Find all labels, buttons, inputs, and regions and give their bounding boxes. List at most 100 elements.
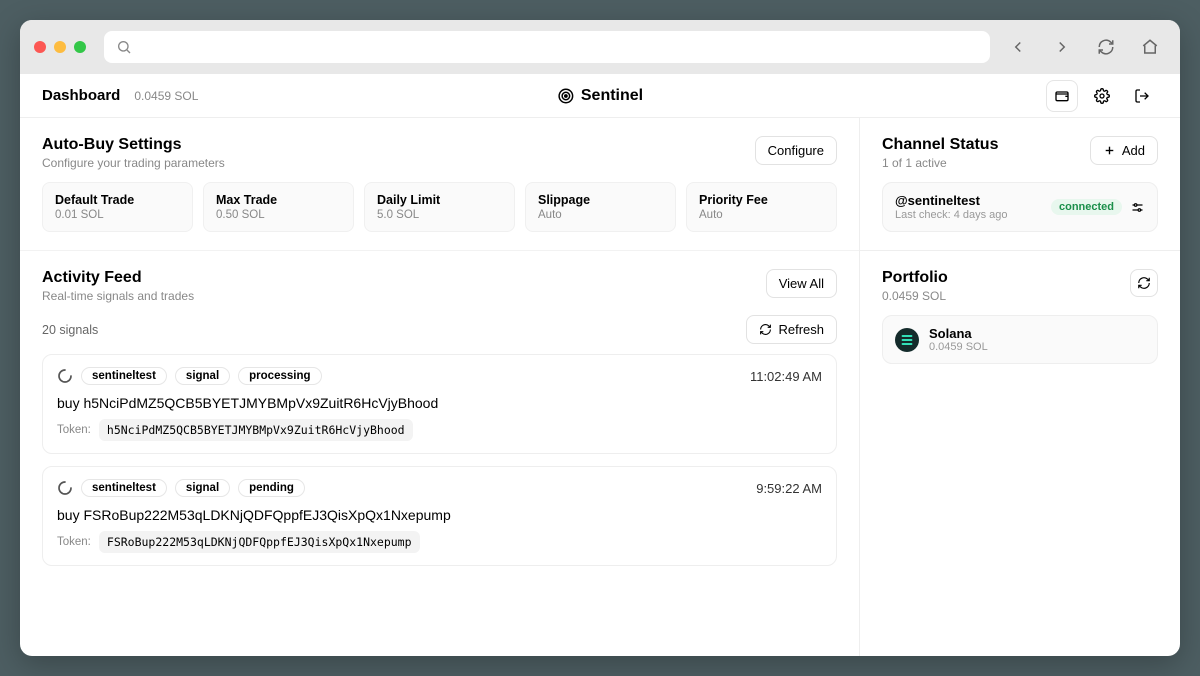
activity-status-pill: pending <box>238 479 305 497</box>
refresh-icon <box>1137 276 1151 290</box>
token-label: Token: <box>57 424 91 436</box>
logout-icon <box>1134 88 1150 104</box>
portfolio-item-name: Solana <box>929 326 988 341</box>
brand-name: Sentinel <box>581 87 643 105</box>
window-close-icon[interactable] <box>34 41 46 53</box>
portfolio-section: Portfolio 0.0459 SOL Solana 0.0459 SOL <box>860 250 1180 382</box>
activity-title: Activity Feed <box>42 269 194 287</box>
configure-label: Configure <box>768 143 824 158</box>
token-chip[interactable]: h5NciPdMZ5QCB5BYETJMYBMpVx9ZuitR6HcVjyBh… <box>99 419 413 441</box>
refresh-label: Refresh <box>778 322 824 337</box>
card-value: 0.50 SOL <box>216 209 341 221</box>
activity-section: Activity Feed Real-time signals and trad… <box>20 250 859 596</box>
setting-card-default-trade[interactable]: Default Trade 0.01 SOL <box>42 182 193 232</box>
channel-status-section: Channel Status 1 of 1 active Add @sentin… <box>860 118 1180 250</box>
refresh-icon <box>1097 38 1115 56</box>
view-all-label: View All <box>779 276 824 291</box>
app-window: Dashboard 0.0459 SOL Sentinel <box>20 20 1180 656</box>
channel-subtitle: Last check: 4 days ago <box>895 209 1008 221</box>
portfolio-item-amount: 0.0459 SOL <box>929 341 988 353</box>
card-label: Priority Fee <box>699 193 824 207</box>
activity-time: 11:02:49 AM <box>750 369 822 384</box>
activity-status-pill: processing <box>238 367 321 385</box>
auto-buy-section: Auto-Buy Settings Configure your trading… <box>20 118 859 250</box>
portfolio-subtitle: 0.0459 SOL <box>882 289 948 303</box>
header-balance: 0.0459 SOL <box>134 89 198 103</box>
card-label: Max Trade <box>216 193 341 207</box>
url-bar[interactable] <box>104 31 990 63</box>
settings-button[interactable] <box>1086 80 1118 112</box>
card-value: 0.01 SOL <box>55 209 180 221</box>
card-value: Auto <box>699 209 824 221</box>
card-value: 5.0 SOL <box>377 209 502 221</box>
nav-forward-button[interactable] <box>1046 31 1078 63</box>
logout-button[interactable] <box>1126 80 1158 112</box>
autobuy-title: Auto-Buy Settings <box>42 136 225 154</box>
page-title: Dashboard <box>42 87 120 104</box>
solana-icon <box>895 328 919 352</box>
activity-item[interactable]: sentineltest signal pending 9:59:22 AM b… <box>42 466 837 566</box>
token-chip[interactable]: FSRoBup222M53qLDKNjQDFQppfEJ3QisXpQx1Nxe… <box>99 531 420 553</box>
token-label: Token: <box>57 536 91 548</box>
channels-subtitle: 1 of 1 active <box>882 156 998 170</box>
activity-body: buy FSRoBup222M53qLDKNjQDFQppfEJ3QisXpQx… <box>57 507 822 523</box>
chevron-left-icon <box>1009 38 1027 56</box>
wallet-button[interactable] <box>1046 80 1078 112</box>
activity-time: 9:59:22 AM <box>756 481 822 496</box>
left-column: Auto-Buy Settings Configure your trading… <box>20 118 860 656</box>
nav-home-button[interactable] <box>1134 31 1166 63</box>
activity-body: buy h5NciPdMZ5QCB5BYETJMYBMpVx9ZuitR6HcV… <box>57 395 822 411</box>
window-minimize-icon[interactable] <box>54 41 66 53</box>
card-label: Daily Limit <box>377 193 502 207</box>
gear-icon <box>1094 88 1110 104</box>
window-maximize-icon[interactable] <box>74 41 86 53</box>
autobuy-subtitle: Configure your trading parameters <box>42 156 225 170</box>
nav-reload-button[interactable] <box>1090 31 1122 63</box>
view-all-button[interactable]: View All <box>766 269 837 298</box>
sliders-icon[interactable] <box>1130 200 1145 215</box>
search-icon <box>116 39 132 55</box>
setting-card-slippage[interactable]: Slippage Auto <box>525 182 676 232</box>
activity-source-pill: sentineltest <box>81 479 167 497</box>
configure-button[interactable]: Configure <box>755 136 837 165</box>
signals-count: 20 signals <box>42 323 98 337</box>
channel-name: @sentineltest <box>895 193 1008 208</box>
loading-icon <box>57 480 73 496</box>
setting-card-priority-fee[interactable]: Priority Fee Auto <box>686 182 837 232</box>
header-left: Dashboard 0.0459 SOL <box>42 87 198 104</box>
activity-source-pill: sentineltest <box>81 367 167 385</box>
channel-item[interactable]: @sentineltest Last check: 4 days ago con… <box>882 182 1158 232</box>
setting-card-max-trade[interactable]: Max Trade 0.50 SOL <box>203 182 354 232</box>
chevron-right-icon <box>1053 38 1071 56</box>
refresh-button[interactable]: Refresh <box>746 315 837 344</box>
refresh-icon <box>759 323 772 336</box>
plus-icon <box>1103 144 1116 157</box>
activity-kind-pill: signal <box>175 367 230 385</box>
nav-back-button[interactable] <box>1002 31 1034 63</box>
add-label: Add <box>1122 143 1145 158</box>
header-right <box>1046 80 1158 112</box>
status-badge: connected <box>1051 199 1122 215</box>
loading-icon <box>57 368 73 384</box>
activity-subtitle: Real-time signals and trades <box>42 289 194 303</box>
channels-title: Channel Status <box>882 136 998 154</box>
settings-cards: Default Trade 0.01 SOL Max Trade 0.50 SO… <box>42 182 837 232</box>
wallet-icon <box>1054 88 1070 104</box>
traffic-lights <box>34 41 86 53</box>
portfolio-refresh-button[interactable] <box>1130 269 1158 297</box>
activity-kind-pill: signal <box>175 479 230 497</box>
app-header: Dashboard 0.0459 SOL Sentinel <box>20 74 1180 118</box>
card-label: Slippage <box>538 193 663 207</box>
brand: Sentinel <box>557 87 643 105</box>
card-value: Auto <box>538 209 663 221</box>
brand-logo-icon <box>557 87 575 105</box>
setting-card-daily-limit[interactable]: Daily Limit 5.0 SOL <box>364 182 515 232</box>
browser-chrome <box>20 20 1180 74</box>
main-content: Auto-Buy Settings Configure your trading… <box>20 118 1180 656</box>
activity-item[interactable]: sentineltest signal processing 11:02:49 … <box>42 354 837 454</box>
add-channel-button[interactable]: Add <box>1090 136 1158 165</box>
portfolio-title: Portfolio <box>882 269 948 287</box>
portfolio-item[interactable]: Solana 0.0459 SOL <box>882 315 1158 364</box>
right-column: Channel Status 1 of 1 active Add @sentin… <box>860 118 1180 656</box>
card-label: Default Trade <box>55 193 180 207</box>
